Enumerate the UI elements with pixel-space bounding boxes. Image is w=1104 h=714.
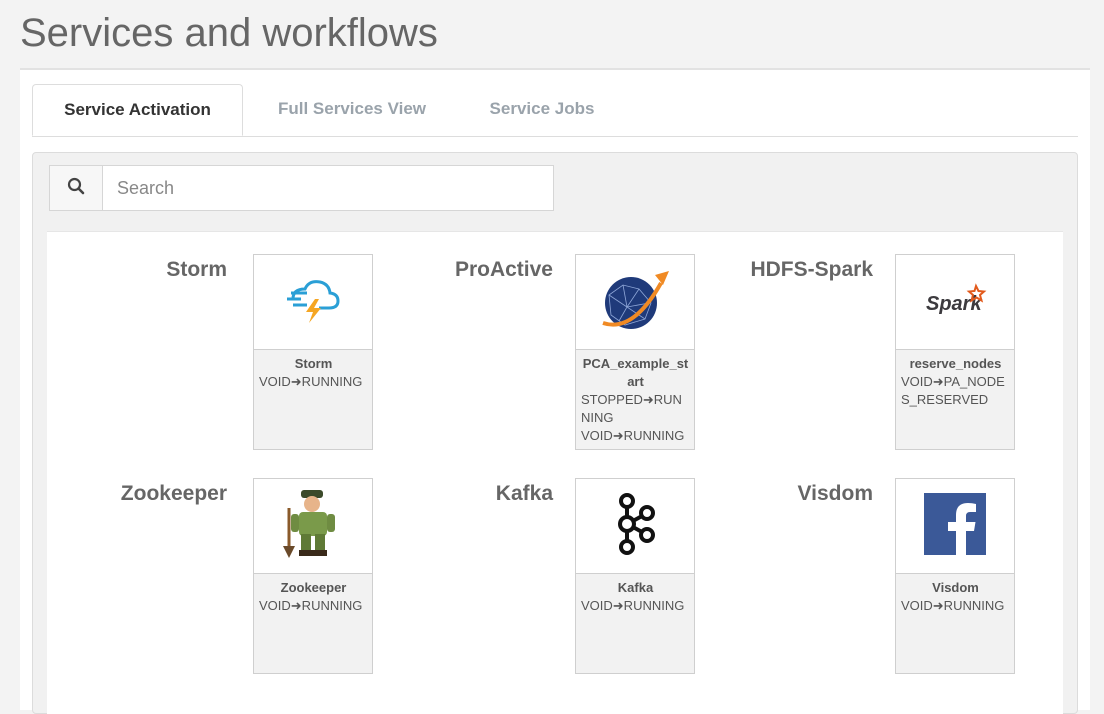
state-transition: VOID➜PA_NODES_RESERVED	[901, 374, 1005, 407]
state-transition: VOID➜RUNNING	[581, 598, 685, 613]
service-name: reserve_nodes	[909, 356, 1002, 371]
service-name: Visdom	[932, 580, 979, 595]
zookeeper-icon	[281, 488, 345, 565]
state-transition: VOID➜RUNNING	[259, 598, 363, 613]
tab-bar: Service Activation Full Services View Se…	[32, 84, 1078, 137]
svg-text:Spark: Spark	[926, 293, 982, 315]
search-bar	[49, 165, 557, 211]
page-title: Services and workflows	[20, 11, 438, 55]
service-activation-panel: Storm Storm VOID➜RUNNIN	[32, 152, 1078, 714]
state-transition: STOPPED➜RUNNING	[581, 392, 682, 425]
spark-logo-icon: Spark	[920, 280, 990, 325]
proactive-globe-icon	[593, 267, 677, 338]
service-group-label: ProActive	[454, 258, 553, 281]
tab-full-services-view[interactable]: Full Services View	[262, 84, 442, 134]
tab-service-jobs[interactable]: Service Jobs	[472, 84, 612, 134]
service-group-label: Visdom	[797, 482, 873, 505]
services-grid: Storm Storm VOID➜RUNNING ProActive PCA_e…	[47, 231, 1063, 714]
service-name: PCA_example_start	[582, 356, 689, 389]
search-button[interactable]	[50, 166, 103, 210]
service-card-hdfs-spark[interactable]: Spark reserve_nodes VOID➜PA_NODES_RESERV…	[895, 254, 1015, 450]
tab-service-activation[interactable]: Service Activation	[32, 84, 243, 136]
search-input[interactable]	[103, 166, 557, 210]
service-name: Zookeeper	[280, 580, 347, 595]
state-transition: VOID➜RUNNING	[259, 374, 363, 389]
service-group-label: HDFS-Spark	[750, 258, 873, 281]
state-transition: VOID➜RUNNING	[901, 598, 1005, 613]
service-card-zookeeper[interactable]: Zookeeper VOID➜RUNNING	[253, 478, 373, 674]
service-card-kafka[interactable]: Kafka VOID➜RUNNING	[575, 478, 695, 674]
service-card-visdom[interactable]: Visdom VOID➜RUNNING	[895, 478, 1015, 674]
service-group-label: Storm	[166, 258, 227, 281]
service-card-storm[interactable]: Storm VOID➜RUNNING	[253, 254, 373, 450]
main-panel: Service Activation Full Services View Se…	[20, 70, 1090, 714]
service-group-label: Kafka	[495, 482, 553, 505]
service-card-proactive[interactable]: PCA_example_start STOPPED➜RUNNING VOID➜R…	[575, 254, 695, 450]
storm-logo-icon	[283, 275, 343, 330]
service-group-label: Zookeeper	[120, 482, 227, 505]
facebook-logo-icon	[924, 492, 986, 560]
service-name: Kafka	[617, 580, 654, 595]
service-name: Storm	[294, 356, 333, 371]
state-transition: VOID➜RUNNING	[581, 428, 685, 443]
search-icon	[67, 177, 85, 200]
kafka-logo-icon	[613, 492, 657, 561]
